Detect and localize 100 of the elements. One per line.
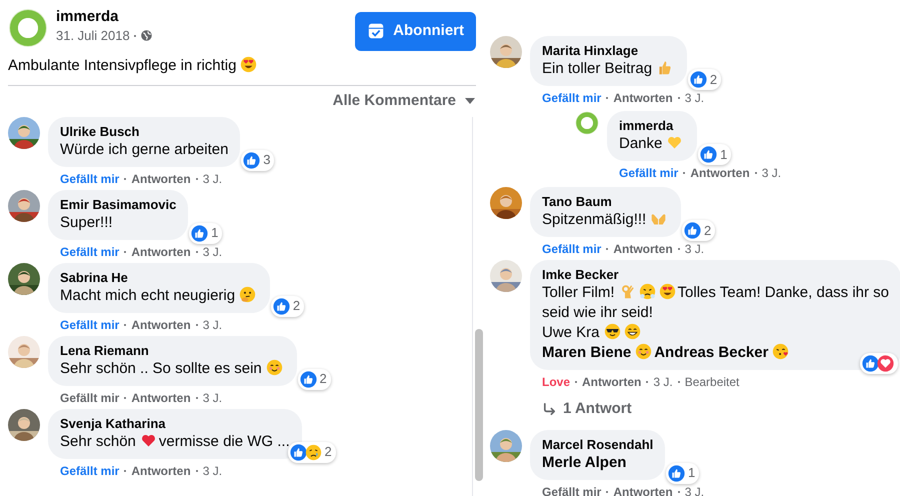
reaction-count: 2 <box>710 70 718 89</box>
reactions-badge[interactable]: 2 <box>688 69 722 90</box>
reaction-count: 1 <box>688 464 696 482</box>
author-name[interactable]: immerda <box>56 8 348 26</box>
thumbs-up-icon <box>290 444 307 460</box>
reply-link[interactable]: Antworten <box>613 484 673 496</box>
thumbs-up-icon <box>862 355 879 372</box>
thumbs-up-icon <box>272 298 290 314</box>
like-link[interactable]: Gefällt mir <box>60 316 120 332</box>
mention-link[interactable]: Merle Alpen <box>542 454 626 470</box>
scrollbar[interactable] <box>472 116 484 496</box>
scrollbar-thumb[interactable] <box>475 328 483 480</box>
reply-arrow-icon <box>542 402 557 417</box>
heart-eyes-emoji-icon <box>240 56 258 72</box>
comment-filter-dropdown[interactable]: Alle Kommentare <box>332 90 476 112</box>
kissing-face-emoji-icon <box>772 343 790 360</box>
like-link[interactable]: Gefällt mir <box>619 165 678 181</box>
author-name[interactable]: immerda <box>619 118 674 134</box>
reply-link[interactable]: Antworten <box>613 90 673 106</box>
reaction-count: 1 <box>211 224 218 242</box>
author-name[interactable]: Sabrina He <box>60 270 128 286</box>
reply-link[interactable]: Antworten <box>613 241 673 257</box>
sunglasses-face-emoji-icon <box>604 323 621 340</box>
author-name[interactable]: Svenja Katharina <box>60 416 166 432</box>
thumbs-up-icon <box>191 224 208 242</box>
grinning-face-emoji-icon <box>624 323 641 340</box>
follow-button[interactable]: Abonniert <box>355 12 476 50</box>
comment-age: 3 J. <box>684 90 704 106</box>
like-link[interactable]: Gefällt mir <box>60 390 120 406</box>
reaction-count: 3 <box>263 151 270 170</box>
heart-emoji-icon <box>666 134 684 151</box>
author-name[interactable]: Ulrike Busch <box>60 124 140 140</box>
comment-age: 3 J. <box>202 462 222 478</box>
crying-face-icon <box>304 444 322 460</box>
comment-text: Uwe Kra <box>542 324 600 341</box>
thinking-emoji-icon <box>239 286 256 302</box>
replies-link[interactable]: 1 Antwort <box>563 398 632 420</box>
reaction-count: 1 <box>720 146 728 164</box>
reactions-badge[interactable] <box>860 353 898 374</box>
thumbs-up-icon <box>243 152 260 168</box>
heart-eyes-emoji-icon <box>658 283 676 300</box>
reactions-badge[interactable]: 1 <box>698 144 732 165</box>
thumbs-up-icon <box>700 146 718 163</box>
comment-text: Tolles Team! Danke, dass ihr so <box>678 284 890 301</box>
comment-text: vermisse die WG ... <box>158 432 290 450</box>
thumbs-up-icon <box>300 370 317 388</box>
thumbs-up-icon <box>690 71 707 88</box>
thumbs-up-icon <box>668 464 686 482</box>
reactions-badge[interactable]: 2 <box>298 368 331 390</box>
smiling-face-emoji-icon <box>266 358 283 376</box>
logo-avatar <box>575 111 599 135</box>
reaction-count: 2 <box>292 297 300 316</box>
reply-link[interactable]: Antworten <box>131 244 191 260</box>
author-name[interactable]: Imke Becker <box>542 267 619 283</box>
comment-text: Spitzenmäßig!!! <box>542 211 646 228</box>
comment-age: 3 J. <box>202 170 222 186</box>
calendar-check-icon <box>367 22 386 40</box>
comment-age: 3 J. <box>202 244 222 260</box>
post-date[interactable]: 31. Juli 2018 <box>56 26 130 46</box>
reactions-badge[interactable]: 1 <box>189 222 222 244</box>
author-name[interactable]: Marcel Rosendahl <box>542 436 654 452</box>
like-link[interactable]: Love <box>542 374 570 390</box>
comment-text: Super!!! <box>60 214 113 230</box>
comment-text: seid wie ihr seid! <box>542 304 653 321</box>
edited-label: Bearbeitet <box>684 374 740 390</box>
reactions-badge[interactable]: 1 <box>666 462 700 484</box>
reactions-badge[interactable]: 2 <box>288 442 336 462</box>
comment-text: Ambulante Intensivpflege in richtig <box>8 56 236 74</box>
mention-link[interactable]: Andreas Becker <box>654 344 768 361</box>
author-name[interactable]: Lena Riemann <box>60 342 149 358</box>
like-link[interactable]: Gefällt mir <box>60 462 120 478</box>
reply-link[interactable]: Antworten <box>131 462 191 478</box>
reactions-badge[interactable]: 2 <box>270 296 304 316</box>
reactions-badge[interactable]: 3 <box>241 150 274 170</box>
mention-link[interactable]: Maren Biene <box>542 344 632 361</box>
reply-link[interactable]: Antworten <box>131 316 191 332</box>
reply-link[interactable]: Antworten <box>690 165 750 181</box>
author-name[interactable]: Emir Basimamovic <box>60 196 176 212</box>
comment-text: Danke <box>619 135 662 152</box>
like-link[interactable]: Gefällt mir <box>60 244 120 260</box>
comment-text: Würde ich gerne arbeiten <box>60 140 228 158</box>
like-link[interactable]: Gefällt mir <box>542 484 602 496</box>
like-link[interactable]: Gefällt mir <box>542 241 602 257</box>
reaction-count: 2 <box>324 443 332 462</box>
author-name[interactable]: Marita Hinxlage <box>542 43 638 59</box>
like-link[interactable]: Gefällt mir <box>60 170 120 186</box>
author-name[interactable]: Tano Baum <box>542 194 612 210</box>
globe-icon <box>140 29 153 42</box>
comment-text: Toller Film! <box>542 284 615 301</box>
reply-link[interactable]: Antworten <box>131 390 191 406</box>
like-link[interactable]: Gefällt mir <box>542 90 602 106</box>
steaming-face-emoji-icon <box>638 283 656 300</box>
comment-text: Macht mich echt neugierig <box>60 286 236 304</box>
reply-link[interactable]: Antworten <box>131 170 191 186</box>
reaction-count: 2 <box>704 222 712 240</box>
reactions-badge[interactable]: 2 <box>682 220 716 241</box>
comment-age: 3 J. <box>653 374 673 390</box>
comment-text: Sehr schön .. So sollte es sein <box>60 360 262 376</box>
reply-link[interactable]: Antworten <box>582 374 642 390</box>
comment-text: Sehr schön <box>60 432 136 450</box>
